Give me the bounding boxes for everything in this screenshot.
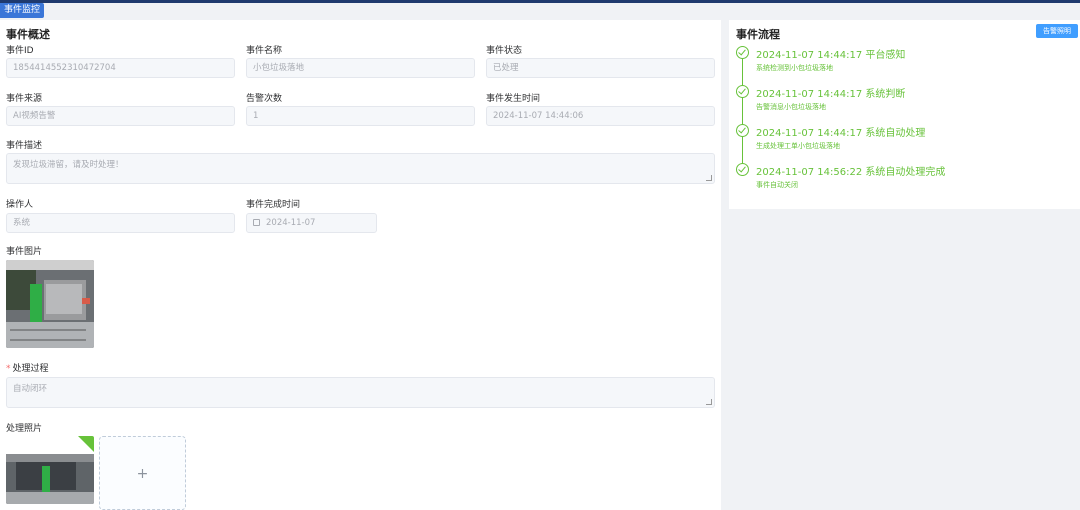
flow-step-time: 2024-11-07 14:44:17 系统判断 (756, 89, 906, 100)
check-circle-icon (736, 124, 749, 137)
process-photo[interactable] (6, 436, 94, 504)
check-circle-icon (736, 163, 749, 176)
event-detail-panel: 事件概述 事件ID 1854414552310472704 事件名称 小包垃圾落… (0, 20, 721, 510)
flow-step-desc: 告警消息小包垃圾落地 (756, 103, 826, 111)
event-name-label: 事件名称 (246, 46, 283, 56)
operator-label: 操作人 (6, 200, 34, 210)
overview-title: 事件概述 (6, 28, 50, 41)
flow-step-desc: 事件自动关闭 (756, 181, 798, 189)
operator-field[interactable]: 系统 (6, 213, 235, 233)
alarm-count-label: 告警次数 (246, 94, 283, 104)
flow-step-desc: 系统检测到小包垃圾落地 (756, 64, 833, 72)
event-id-field[interactable]: 1854414552310472704 (6, 58, 235, 78)
event-flow-panel: 事件流程 告警照明 2024-11-07 14:44:17 平台感知 系统检测到… (729, 20, 1080, 209)
process-photo-label: 处理照片 (6, 424, 43, 434)
event-photo[interactable] (6, 260, 94, 348)
event-source-label: 事件来源 (6, 94, 43, 104)
process-label-text: 处理过程 (12, 364, 49, 374)
finish-time-value: 2024-11-07 (266, 218, 316, 228)
top-bar (0, 0, 1080, 3)
event-time-field[interactable]: 2024-11-07 14:44:06 (486, 106, 715, 126)
resize-handle-icon[interactable] (706, 175, 712, 181)
flow-step-desc: 生成处理工单小包垃圾落地 (756, 142, 840, 150)
check-circle-icon (736, 46, 749, 59)
finish-time-label: 事件完成时间 (246, 200, 301, 210)
description-label: 事件描述 (6, 141, 43, 151)
flow-step-time: 2024-11-07 14:44:17 系统自动处理 (756, 128, 926, 139)
process-text: 自动闭环 (13, 384, 48, 394)
flow-step-time: 2024-11-07 14:56:22 系统自动处理完成 (756, 167, 946, 178)
plus-icon: + (136, 466, 149, 482)
event-time-label: 事件发生时间 (486, 94, 541, 104)
event-status-field[interactable]: 已处理 (486, 58, 715, 78)
event-id-label: 事件ID (6, 46, 34, 56)
event-status-label: 事件状态 (486, 46, 523, 56)
event-name-field[interactable]: 小包垃圾落地 (246, 58, 475, 78)
tab-event-monitor[interactable]: 事件监控 (0, 3, 45, 18)
event-photo-label: 事件图片 (6, 247, 43, 257)
flow-step-time: 2024-11-07 14:44:17 平台感知 (756, 50, 906, 61)
event-source-field[interactable]: AI视频告警 (6, 106, 235, 126)
alarm-count-field[interactable]: 1 (246, 106, 475, 126)
description-text: 发现垃圾滞留，请及时处理！ (13, 160, 124, 170)
required-mark: * (6, 364, 11, 374)
calendar-icon (253, 219, 260, 226)
process-label: * 处理过程 (6, 361, 49, 374)
description-textarea[interactable]: 发现垃圾滞留，请及时处理！ (6, 153, 715, 184)
alarm-button[interactable]: 告警照明 (1036, 24, 1078, 38)
check-circle-icon (736, 85, 749, 98)
flow-title: 事件流程 (736, 28, 780, 41)
upload-photo-button[interactable]: + (99, 436, 186, 510)
resize-handle-icon[interactable] (706, 399, 712, 405)
process-textarea[interactable]: 自动闭环 (6, 377, 715, 408)
timeline-line (742, 56, 743, 174)
finish-time-field[interactable]: 2024-11-07 (246, 213, 377, 233)
